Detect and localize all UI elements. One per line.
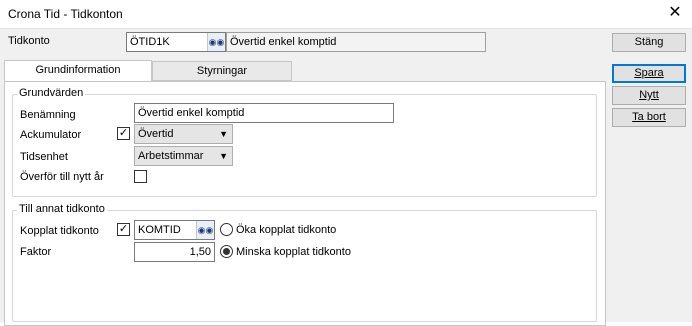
ackumulator-checkbox[interactable]: ✓ [117, 127, 130, 140]
tab-panel: Grundvärden Benämning Övertid enkel komp… [4, 81, 606, 326]
close-button[interactable]: Stäng [612, 33, 686, 52]
save-button-label: Spara [634, 67, 664, 79]
ackumulator-select[interactable]: Övertid ▼ [134, 124, 233, 144]
close-icon[interactable]: ✕ [666, 4, 684, 22]
content-area: Grundinformation Styrningar Grundvärden … [0, 55, 692, 326]
tidkonto-label: Tidkonto [8, 35, 50, 47]
minska-radio[interactable] [220, 245, 233, 258]
benamning-input[interactable]: Övertid enkel komptid [134, 103, 394, 123]
chevron-down-icon: ▼ [219, 129, 228, 139]
title-bar: Crona Tid - Tidkonton ✕ [0, 0, 692, 28]
delete-button-label: Ta bort [632, 111, 666, 123]
faktor-input[interactable]: 1,50 [134, 242, 215, 262]
faktor-label: Faktor [20, 246, 52, 258]
tidkonto-name-field: Övertid enkel komptid [226, 32, 486, 52]
tidsenhet-label: Tidsenhet [20, 151, 68, 163]
tidkonto-value: ÖTID1K [130, 36, 170, 48]
oka-radio[interactable] [220, 223, 233, 236]
kopplat-value: KOMTID [138, 224, 181, 236]
kopplat-checkbox[interactable]: ✓ [117, 223, 130, 236]
toolbar: Tidkonto ÖTID1K ◉◉ Övertid enkel komptid… [0, 28, 692, 55]
ackumulator-value: Övertid [138, 128, 174, 140]
tab-grundinformation[interactable]: Grundinformation [4, 60, 152, 82]
benamning-label: Benämning [20, 109, 76, 121]
ackumulator-label: Ackumulator [20, 129, 82, 141]
overfor-checkbox[interactable] [134, 170, 147, 183]
tab-styrningar[interactable]: Styrningar [152, 61, 292, 81]
kopplat-label: Kopplat tidkonto [20, 225, 99, 237]
delete-button[interactable]: Ta bort [612, 108, 686, 127]
kopplat-input[interactable]: KOMTID ◉◉ [134, 220, 215, 240]
group-grundvarden-title: Grundvärden [17, 87, 86, 99]
binoculars-icon[interactable]: ◉◉ [196, 221, 214, 239]
tidsenhet-value: Arbetstimmar [138, 150, 204, 162]
save-button[interactable]: Spara [612, 64, 686, 83]
minska-label: Minska kopplat tidkonto [236, 246, 351, 258]
window-title: Crona Tid - Tidkonton [8, 7, 123, 21]
new-button[interactable]: Nytt [612, 86, 686, 105]
new-button-label: Nytt [639, 89, 659, 101]
chevron-down-icon: ▼ [219, 151, 228, 161]
overfor-label: Överför till nytt år [20, 171, 104, 183]
group-till-annat-title: Till annat tidkonto [17, 203, 107, 215]
tidsenhet-select[interactable]: Arbetstimmar ▼ [134, 146, 233, 166]
binoculars-icon[interactable]: ◉◉ [207, 33, 225, 51]
oka-label: Öka kopplat tidkonto [236, 224, 337, 236]
tidkonto-input[interactable]: ÖTID1K ◉◉ [126, 32, 226, 52]
